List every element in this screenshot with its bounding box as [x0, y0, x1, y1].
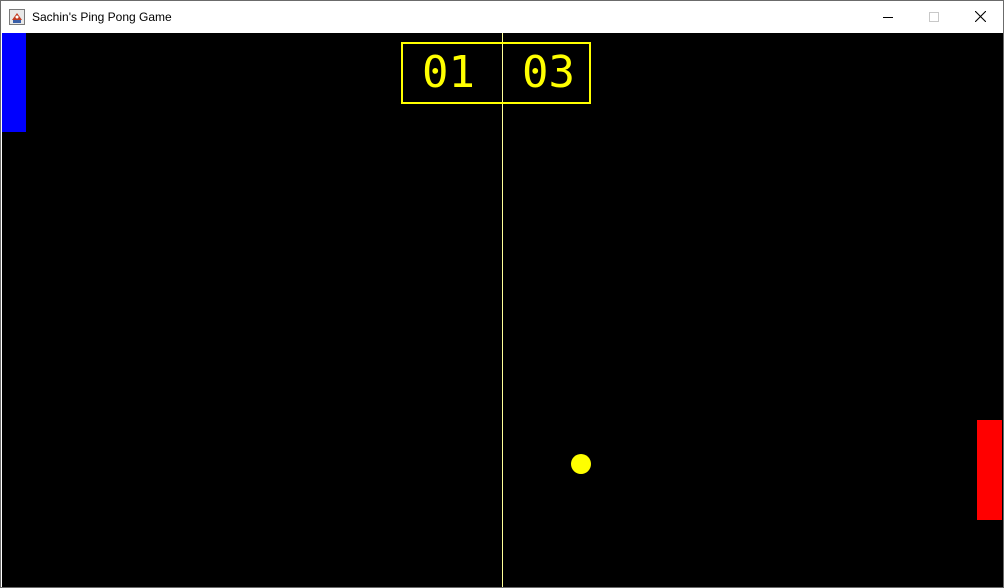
- close-button[interactable]: [957, 1, 1003, 32]
- scoreboard: 01 03: [401, 42, 591, 104]
- ball: [571, 454, 591, 474]
- window-title: Sachin's Ping Pong Game: [32, 10, 172, 24]
- title-bar[interactable]: Sachin's Ping Pong Game: [1, 1, 1003, 32]
- player1-score: 01: [422, 47, 475, 98]
- minimize-button[interactable]: [865, 1, 911, 32]
- java-app-icon: [9, 9, 25, 25]
- maximize-icon: [929, 11, 939, 22]
- minimize-icon: [883, 16, 893, 18]
- maximize-button[interactable]: [911, 1, 957, 32]
- close-icon: [974, 11, 986, 22]
- player2-paddle[interactable]: [977, 420, 1002, 520]
- player1-paddle[interactable]: [2, 33, 26, 132]
- game-canvas[interactable]: 01 03: [2, 33, 1003, 587]
- center-net-line: [502, 33, 503, 587]
- player2-score: 03: [522, 47, 575, 98]
- game-window: Sachin's Ping Pong Game 01 03: [0, 0, 1004, 588]
